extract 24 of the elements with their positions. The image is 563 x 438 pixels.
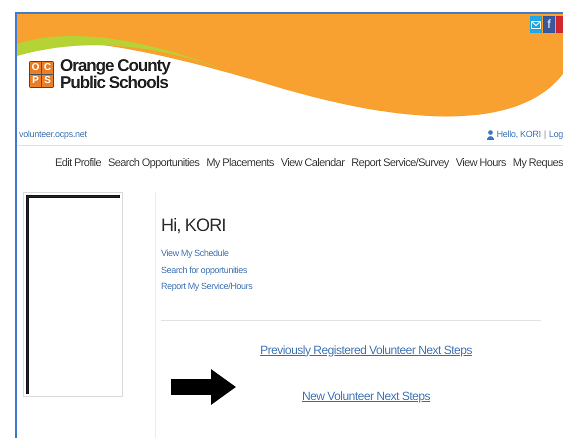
logout-link[interactable]: Log <box>548 128 563 142</box>
user-icon <box>486 130 494 140</box>
arrow-icon <box>171 368 236 404</box>
nav-link[interactable]: My Reques <box>512 154 563 172</box>
nav-link[interactable]: Search Opportunities <box>108 154 200 172</box>
logo-text: Public Schools <box>60 74 168 91</box>
nav-link[interactable]: View Calendar <box>280 154 344 172</box>
next-steps-link[interactable]: New Volunteer Next Steps <box>302 386 430 404</box>
nav-link[interactable]: Report Service/Survey <box>351 154 449 172</box>
separator-text: | <box>544 128 546 141</box>
logo-text: Orange County <box>60 57 170 74</box>
quick-link[interactable]: View My Schedule <box>161 247 228 260</box>
logo-icon: O C P S <box>29 60 54 88</box>
nav-link[interactable]: Edit Profile <box>54 154 101 172</box>
quick-link[interactable]: Search for opportunities <box>161 264 247 277</box>
facebook-button[interactable]: f <box>543 16 555 33</box>
mail-icon[interactable] <box>530 16 542 33</box>
nav-link[interactable]: View Hours <box>456 154 506 172</box>
next-steps-link[interactable]: Previously Registered Volunteer Next Steps <box>260 340 472 358</box>
greeting-heading: Hi, KORI <box>161 214 227 237</box>
nav-link[interactable]: My Placements <box>206 154 274 172</box>
greeting-text: Hello, KORI <box>496 128 541 141</box>
site-link[interactable]: volunteer.ocps.net <box>19 128 87 142</box>
quick-link[interactable]: Report My Service/Hours <box>161 280 252 294</box>
